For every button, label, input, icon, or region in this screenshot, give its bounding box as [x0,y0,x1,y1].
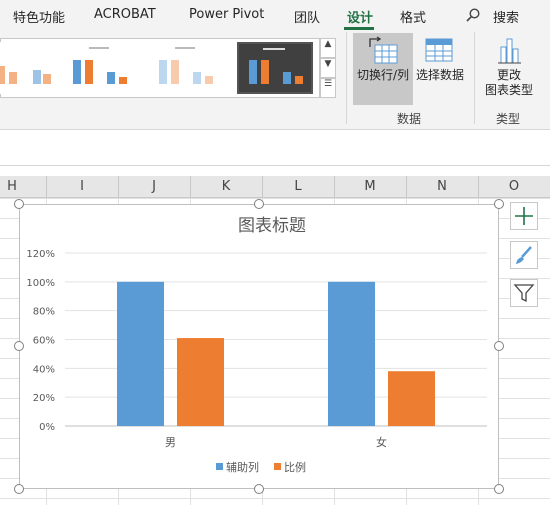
y-tick-label: 100% [26,278,55,289]
chart-title: 图表标题 [238,216,306,236]
chart-filter-icon [513,284,535,303]
bar-series1 [328,281,375,426]
column-header[interactable]: I [72,179,92,194]
y-tick-label: 80% [33,307,55,318]
change-chart-type-label-line1: 更改 [496,68,521,82]
column-header[interactable]: M [360,179,380,194]
column-header[interactable]: O [504,179,524,194]
y-tick-label: 20% [33,393,55,404]
legend-swatch [216,463,223,470]
chart-styles-gallery [0,38,320,98]
switch-row-column-button[interactable]: 切换行/列 [353,33,413,105]
chart-styles-brush-icon [516,246,532,264]
group-separator [346,32,347,124]
switch-row-column-icon [369,36,398,64]
resize-handle[interactable] [14,341,24,351]
column-header-bar: H I J K L M N O [0,176,550,198]
group-separator [474,32,475,124]
resize-handle[interactable] [494,199,504,209]
change-chart-type-button[interactable]: 更改 图表类型 [480,33,538,105]
type-group-label: 类型 [496,112,521,126]
x-tick-label: 女 [376,435,387,449]
add-chart-element-icon [515,207,533,225]
tab-power-pivot[interactable]: Power Pivot [189,7,264,22]
bar-series2 [388,371,435,426]
resize-handle[interactable] [254,484,264,494]
bar-series2 [177,338,224,426]
column-header[interactable]: L [288,179,308,194]
change-chart-type-icon [498,38,521,64]
resize-handle[interactable] [14,199,24,209]
y-tick-label: 0% [39,422,55,433]
chart-style-thumbnail[interactable] [0,42,55,94]
resize-handle[interactable] [254,199,264,209]
column-header[interactable]: N [432,179,452,194]
scroll-down-icon[interactable]: ▼ [320,58,336,78]
y-tick-label: 40% [33,364,55,375]
chart-style-thumbnail[interactable] [63,42,139,94]
tab-team[interactable]: 团队 [294,7,320,26]
data-group-label: 数据 [397,112,422,126]
column-header[interactable]: H [2,179,22,194]
resize-handle[interactable] [14,484,24,494]
select-data-label: 选择数据 [415,68,464,82]
chart-style-thumbnail-selected[interactable] [237,42,313,94]
select-data-icon [425,38,453,62]
chart-filter-button[interactable] [510,279,538,307]
search-label[interactable]: 搜索 [493,7,519,26]
ribbon: ▲ ▼ ☰ 切换行/列 选择数据 数据 更改 图表类型 类型 [0,30,550,130]
y-tick-label: 120% [26,249,55,260]
legend-label: 比例 [284,460,306,474]
column-header[interactable]: J [144,179,164,194]
legend-label: 辅助列 [226,460,259,474]
search-icon[interactable] [466,8,480,22]
column-header[interactable]: K [216,179,236,194]
x-tick-label: 男 [165,436,176,449]
resize-handle[interactable] [494,341,504,351]
change-chart-type-label-line2: 图表类型 [484,83,533,97]
chart-styles-button[interactable] [510,241,538,269]
column-chart: 图表标题 0% 20% 40% 60% 80% 100% 120% 男 女辅助列 比例 [26,216,487,474]
bar-series1 [117,281,164,426]
chart-style-thumbnail[interactable] [149,42,225,94]
scroll-up-icon[interactable]: ▲ [320,38,336,58]
formula-bar[interactable] [0,131,550,166]
legend-swatch [274,463,281,470]
y-tick-label: 60% [33,336,55,347]
chart-area[interactable]: 图表标题 0% 20% 40% 60% 80% 100% 120% 男 女辅助列 比例 [19,204,499,489]
add-chart-element-button[interactable] [510,202,538,230]
tab-special-features[interactable]: 特色功能 [13,7,65,26]
more-styles-icon[interactable]: ☰ [320,78,336,98]
tab-design[interactable]: 设计 [347,7,373,26]
tab-acrobat[interactable]: ACROBAT [94,7,156,22]
select-data-button[interactable]: 选择数据 [414,33,466,105]
tab-format[interactable]: 格式 [400,7,426,26]
switch-row-column-label: 切换行/列 [356,68,410,82]
ribbon-tab-bar: 特色功能 ACROBAT Power Pivot 团队 设计 格式 搜索 [0,0,550,30]
resize-handle[interactable] [494,484,504,494]
